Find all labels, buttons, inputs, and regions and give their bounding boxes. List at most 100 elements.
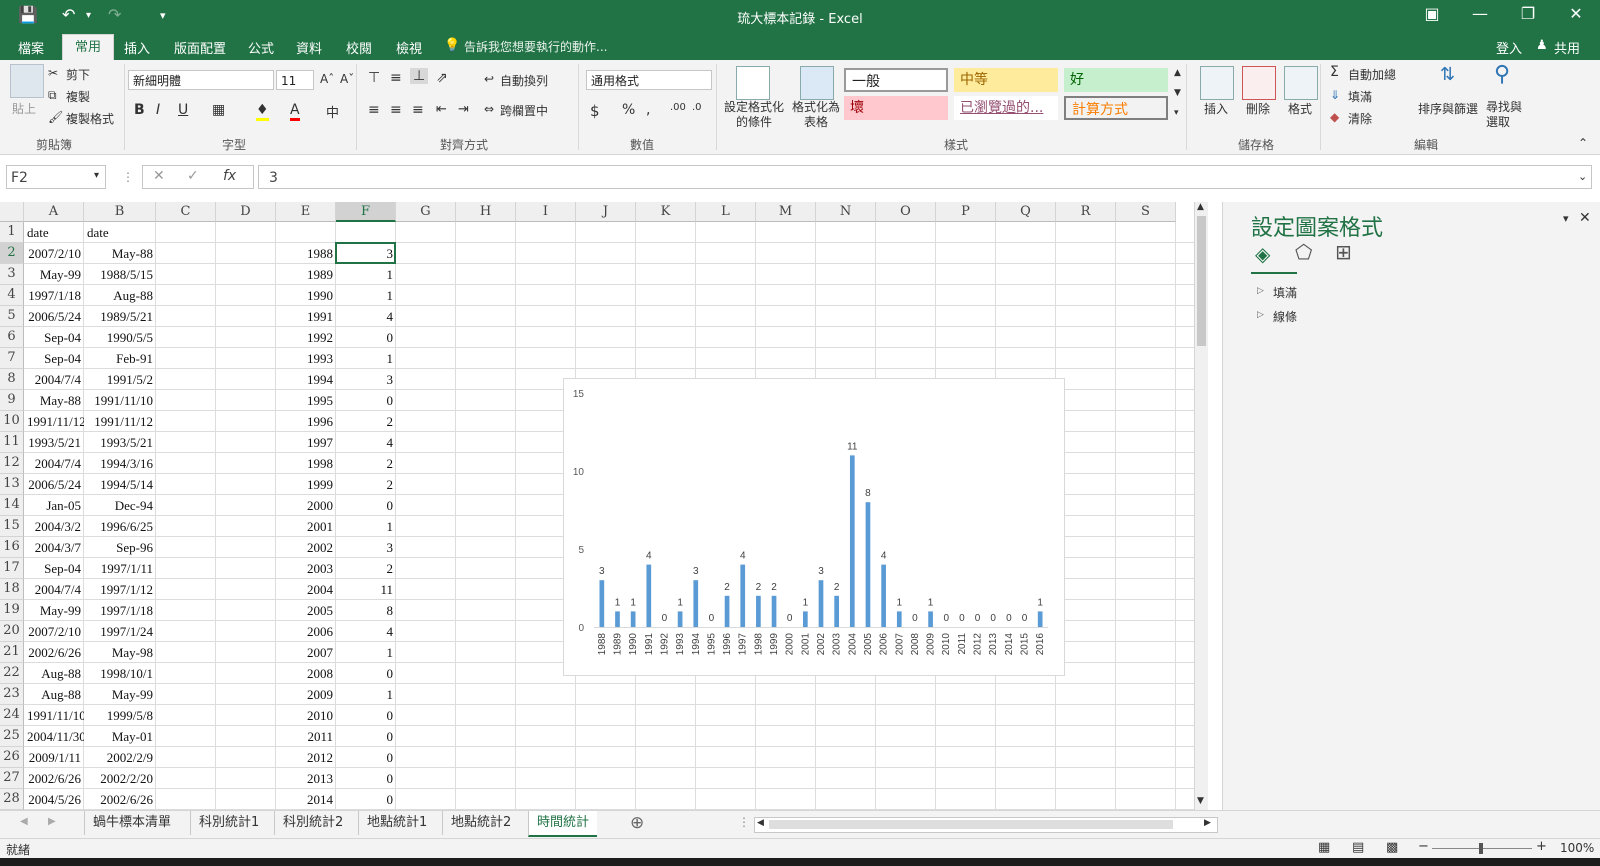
tab-review[interactable]: 校閱 <box>346 38 372 57</box>
cell-a26[interactable]: 2009/1/11 <box>24 747 84 768</box>
column-header-o[interactable]: O <box>876 202 936 222</box>
align-left-icon[interactable]: ≡ <box>368 102 380 118</box>
cell-a14[interactable]: Jan-05 <box>24 495 84 516</box>
row-header[interactable]: 6 <box>0 327 24 348</box>
insert-cells-button[interactable]: 插入 <box>1204 100 1228 117</box>
cell-f11[interactable]: 4 <box>336 432 396 453</box>
hscroll-thumb[interactable] <box>769 820 1173 829</box>
cell-a8[interactable]: 2004/7/4 <box>24 369 84 390</box>
cell-e19[interactable]: 2005 <box>276 600 336 621</box>
row-header[interactable]: 4 <box>0 285 24 306</box>
scroll-thumb[interactable] <box>1197 216 1206 346</box>
insert-function-button[interactable]: fx <box>223 168 236 184</box>
name-box-dropdown-icon[interactable]: ▾ <box>94 170 99 181</box>
cell-a6[interactable]: Sep-04 <box>24 327 84 348</box>
sheet-tab[interactable]: 科別統計2 <box>274 811 351 835</box>
column-header-f[interactable]: F <box>336 202 396 222</box>
cell-f9[interactable]: 0 <box>336 390 396 411</box>
cell-e10[interactable]: 1996 <box>276 411 336 432</box>
cell-a3[interactable]: May-99 <box>24 264 84 285</box>
cell-a5[interactable]: 2006/5/24 <box>24 306 84 327</box>
size-properties-icon[interactable]: ⊞ <box>1335 240 1352 264</box>
cell-b15[interactable]: 1996/6/25 <box>84 516 156 537</box>
row-header[interactable]: 11 <box>0 432 24 453</box>
paste-button[interactable]: 貼上 <box>12 100 36 117</box>
row-header[interactable]: 23 <box>0 684 24 705</box>
format-painter-button[interactable]: 複製格式 <box>66 110 114 127</box>
pane-close-icon[interactable]: ✕ <box>1579 210 1591 226</box>
cell-b23[interactable]: May-99 <box>84 684 156 705</box>
cell-a18[interactable]: 2004/7/4 <box>24 579 84 600</box>
tab-insert[interactable]: 插入 <box>124 38 150 57</box>
cell-f19[interactable]: 8 <box>336 600 396 621</box>
vertical-scrollbar[interactable]: ▲ ▼ <box>1194 202 1208 810</box>
styles-scroll-down-icon[interactable]: ▼ <box>1174 88 1181 98</box>
increase-decimal-icon[interactable]: .00 <box>670 102 686 113</box>
page-layout-view-icon[interactable]: ▤ <box>1352 840 1364 855</box>
cell-b9[interactable]: 1991/11/10 <box>84 390 156 411</box>
cell-a7[interactable]: Sep-04 <box>24 348 84 369</box>
fill-color-icon[interactable]: ♦ <box>256 102 269 121</box>
cell-e12[interactable]: 1998 <box>276 453 336 474</box>
cell-e7[interactable]: 1993 <box>276 348 336 369</box>
cell-e22[interactable]: 2008 <box>276 663 336 684</box>
grow-font-icon[interactable]: Aˆ <box>320 72 334 86</box>
prev-sheet-icon[interactable]: ◀ <box>20 816 28 827</box>
column-header-n[interactable]: N <box>816 202 876 222</box>
close-icon[interactable]: ✕ <box>1556 4 1596 23</box>
row-header[interactable]: 5 <box>0 306 24 327</box>
pane-options-icon[interactable]: ▾ <box>1563 212 1569 225</box>
percent-icon[interactable]: % <box>622 102 635 118</box>
zoom-level[interactable]: 100% <box>1560 841 1594 855</box>
fill-button[interactable]: 填滿 <box>1348 88 1372 105</box>
underline-icon[interactable]: U <box>178 102 188 118</box>
cell-b17[interactable]: 1997/1/11 <box>84 558 156 579</box>
expand-formula-icon[interactable]: ⌄ <box>1578 170 1587 183</box>
cell-e6[interactable]: 1992 <box>276 327 336 348</box>
cell-a21[interactable]: 2002/6/26 <box>24 642 84 663</box>
cell-a15[interactable]: 2004/3/2 <box>24 516 84 537</box>
cell-b10[interactable]: 1991/11/12 <box>84 411 156 432</box>
cell-e11[interactable]: 1997 <box>276 432 336 453</box>
conditional-format-icon[interactable] <box>736 66 770 100</box>
expand-line-icon[interactable]: ▷ <box>1257 310 1264 320</box>
cell-e5[interactable]: 1991 <box>276 306 336 327</box>
cell-e14[interactable]: 2000 <box>276 495 336 516</box>
cell-e28[interactable]: 2014 <box>276 789 336 810</box>
cell-b20[interactable]: 1997/1/24 <box>84 621 156 642</box>
row-header[interactable]: 14 <box>0 495 24 516</box>
cell-e13[interactable]: 1999 <box>276 474 336 495</box>
tab-home[interactable]: 常用 <box>62 34 115 61</box>
cell-f18[interactable]: 11 <box>336 579 396 600</box>
column-header-i[interactable]: I <box>516 202 576 222</box>
comma-icon[interactable]: , <box>646 102 650 118</box>
cell-a24[interactable]: 1991/11/10 <box>24 705 84 726</box>
cell-b4[interactable]: Aug-88 <box>84 285 156 306</box>
clear-button[interactable]: 清除 <box>1348 110 1372 127</box>
cell-b2[interactable]: May-88 <box>84 243 156 264</box>
tell-me-input[interactable]: 告訴我您想要執行的動作... <box>464 38 607 55</box>
cell-f23[interactable]: 1 <box>336 684 396 705</box>
cell-f8[interactable]: 3 <box>336 369 396 390</box>
page-break-view-icon[interactable]: ▩ <box>1386 840 1398 855</box>
cut-button[interactable]: 剪下 <box>66 66 90 83</box>
cell-b27[interactable]: 2002/2/20 <box>84 768 156 789</box>
style-bad[interactable]: 壞 <box>844 96 948 120</box>
column-header-l[interactable]: L <box>696 202 756 222</box>
collapse-ribbon-icon[interactable]: ⌃ <box>1578 136 1588 150</box>
cell-e9[interactable]: 1995 <box>276 390 336 411</box>
sort-filter-button[interactable]: 排序與篩選 <box>1418 100 1478 117</box>
cell-b7[interactable]: Feb-91 <box>84 348 156 369</box>
cell-b16[interactable]: Sep-96 <box>84 537 156 558</box>
align-bottom-icon[interactable]: ⊥ <box>410 68 429 84</box>
row-header[interactable]: 7 <box>0 348 24 369</box>
tab-view[interactable]: 檢視 <box>396 38 422 57</box>
cell-e24[interactable]: 2010 <box>276 705 336 726</box>
shrink-font-icon[interactable]: Aˇ <box>340 72 354 86</box>
sort-filter-icon[interactable]: ⇅ <box>1440 64 1455 85</box>
confirm-entry-icon[interactable]: ✓ <box>187 168 199 184</box>
fill-line-icon[interactable]: ◈ <box>1255 242 1270 266</box>
sheet-tab[interactable]: 地點統計2 <box>442 811 519 835</box>
cell-b3[interactable]: 1988/5/15 <box>84 264 156 285</box>
column-header-m[interactable]: M <box>756 202 816 222</box>
